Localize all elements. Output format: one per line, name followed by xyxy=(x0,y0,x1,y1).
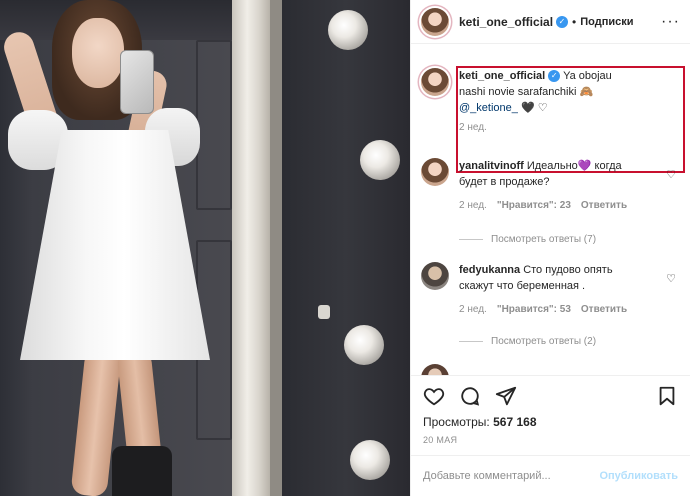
comment-text: yanalitvinoff Идеально💜 когда будет в пр… xyxy=(459,158,649,214)
post-actions xyxy=(411,375,690,415)
following-button[interactable]: Подписки xyxy=(580,16,633,28)
photo-door-knob xyxy=(318,305,330,319)
comment-likes[interactable]: "Нравится": 53 xyxy=(497,302,571,318)
photo-phone xyxy=(120,50,154,114)
header-separator: • xyxy=(572,14,577,29)
comment-avatar[interactable] xyxy=(421,158,449,186)
verified-badge-icon: ✓ xyxy=(556,15,569,28)
views-number: 567 168 xyxy=(493,415,537,429)
replies-line xyxy=(459,341,483,342)
comment-avatar[interactable] xyxy=(421,364,449,375)
view-replies-button[interactable]: Посмотреть ответы (7) xyxy=(459,234,596,245)
caption-highlight-box xyxy=(456,66,685,173)
comment-item: fedyukanna Сто пудово опять скажут что б… xyxy=(421,262,682,318)
publish-button[interactable]: Опубликовать xyxy=(599,470,678,482)
views-count[interactable]: Просмотры: 567 168 xyxy=(411,415,690,429)
comment-meta: 2 нед. "Нравится": 23 Ответить xyxy=(459,198,649,214)
comment-reply-button[interactable]: Ответить xyxy=(581,198,627,214)
view-replies-label: Посмотреть ответы (2) xyxy=(491,336,597,347)
add-comment-bar: Опубликовать xyxy=(411,456,690,496)
post-header: keti_one_official ✓ • Подписки ··· xyxy=(411,0,690,44)
photo-mirror-frame xyxy=(232,0,270,496)
photo-boot xyxy=(112,446,172,496)
photo-bulb xyxy=(328,10,368,50)
comment-item xyxy=(421,364,682,375)
comment-avatar[interactable] xyxy=(421,262,449,290)
comment-like-heart-icon[interactable]: ♡ xyxy=(666,168,676,181)
caption-avatar[interactable] xyxy=(421,68,449,96)
photo-right-wall xyxy=(282,0,410,496)
comment-time[interactable]: 2 нед. xyxy=(459,198,487,214)
author-username[interactable]: keti_one_official xyxy=(459,15,553,29)
photo-bulb xyxy=(350,440,390,480)
comment-meta: 2 нед. "Нравится": 53 Ответить xyxy=(459,302,649,318)
post-side-panel: keti_one_official ✓ • Подписки ··· keti_… xyxy=(410,0,690,496)
comment-text: fedyukanna Сто пудово опять скажут что б… xyxy=(459,262,649,318)
comment-item: yanalitvinoff Идеально💜 когда будет в пр… xyxy=(421,158,682,214)
comment-username[interactable]: yanalitvinoff xyxy=(459,160,524,172)
author-avatar[interactable] xyxy=(421,7,449,36)
photo-door-panel xyxy=(196,40,232,210)
header-info: keti_one_official ✓ • Подписки xyxy=(459,15,634,29)
post-photo[interactable] xyxy=(0,0,410,496)
comment-reply-button[interactable]: Ответить xyxy=(581,302,627,318)
comment-likes[interactable]: "Нравится": 23 xyxy=(497,198,571,214)
like-heart-icon[interactable] xyxy=(423,385,445,407)
comment-input[interactable] xyxy=(423,470,600,482)
view-replies-button[interactable]: Посмотреть ответы (2) xyxy=(459,336,596,347)
save-bookmark-icon[interactable] xyxy=(656,385,678,407)
photo-bulb xyxy=(360,140,400,180)
photo-figure-face xyxy=(72,18,124,88)
comment-username[interactable]: fedyukanna xyxy=(459,264,520,276)
comments-list[interactable]: keti_one_official ✓ Ya obojau nashi novie… xyxy=(411,44,690,375)
photo-bulb xyxy=(344,325,384,365)
comment-time[interactable]: 2 нед. xyxy=(459,302,487,318)
comment-bubble-icon[interactable] xyxy=(459,385,481,407)
photo-mirror-edge xyxy=(270,0,282,496)
instagram-post: keti_one_official ✓ • Подписки ··· keti_… xyxy=(0,0,690,496)
view-replies-label: Посмотреть ответы (7) xyxy=(491,234,597,245)
replies-line xyxy=(459,239,483,240)
comment-like-heart-icon[interactable]: ♡ xyxy=(666,272,676,285)
post-date[interactable]: 20 МАЯ xyxy=(411,429,690,456)
more-options-icon[interactable]: ··· xyxy=(661,13,680,31)
share-paper-plane-icon[interactable] xyxy=(495,385,517,407)
views-label: Просмотры: xyxy=(423,415,490,429)
